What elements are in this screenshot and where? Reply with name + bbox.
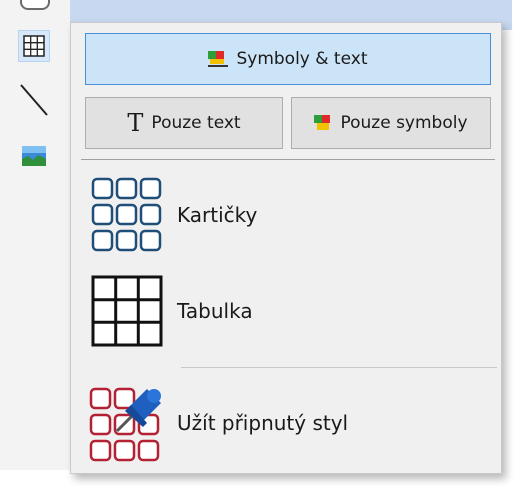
- list-item-table[interactable]: Tabulka: [85, 269, 491, 353]
- list-item-cards[interactable]: Kartičky: [85, 173, 491, 257]
- image-tool-button[interactable]: [18, 140, 50, 172]
- rounded-shape-icon[interactable]: [20, 0, 50, 10]
- list-item-pinned-style[interactable]: Užít připnutý styl: [85, 381, 491, 465]
- table-grid-icon: [85, 269, 169, 353]
- pinned-style-icon: [85, 381, 169, 465]
- symbols-and-text-label: Symboly & text: [236, 49, 368, 69]
- list-item-label: Tabulka: [177, 299, 253, 323]
- line-icon: [20, 84, 48, 116]
- left-toolbar: [0, 0, 71, 470]
- symbols-icon: [314, 115, 331, 130]
- grid-tool-button[interactable]: [18, 30, 50, 62]
- divider: [181, 367, 497, 368]
- line-tool-button[interactable]: [18, 84, 50, 116]
- list-item-label: Kartičky: [177, 203, 258, 227]
- symbols-only-button[interactable]: Pouze symboly: [291, 97, 491, 149]
- app-screen: Symboly & text T Pouze text Pouze symbol…: [0, 0, 516, 486]
- text-glyph-icon: T: [127, 109, 144, 137]
- symbols-icon: [208, 51, 229, 67]
- text-only-button[interactable]: T Pouze text: [85, 97, 283, 149]
- symbols-only-label: Pouze symboly: [340, 113, 468, 133]
- text-only-label: Pouze text: [151, 113, 241, 133]
- list-item-label: Užít připnutý styl: [177, 411, 349, 435]
- grid-icon: [23, 35, 45, 57]
- image-icon: [22, 146, 46, 166]
- cell-style-popup: Symboly & text T Pouze text Pouze symbol…: [70, 22, 502, 474]
- divider: [81, 159, 495, 160]
- symbols-and-text-button[interactable]: Symboly & text: [85, 33, 491, 85]
- cards-grid-icon: [85, 173, 169, 257]
